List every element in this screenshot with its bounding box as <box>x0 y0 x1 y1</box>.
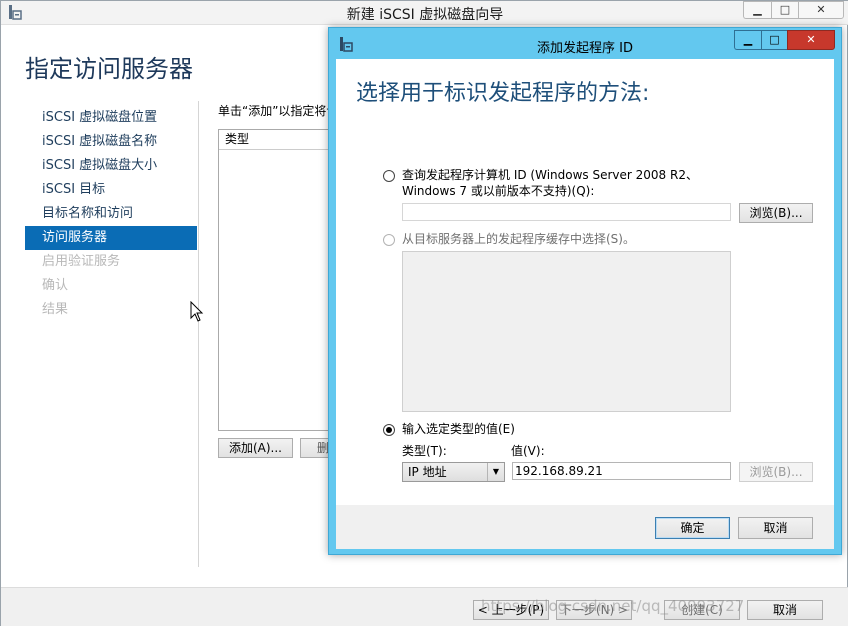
nav-item-target-name-access[interactable]: 目标名称和访问 <box>25 202 197 226</box>
value-input[interactable]: 192.168.89.21 <box>512 462 731 480</box>
select-from-cache-radio[interactable] <box>383 234 395 246</box>
wizard-titlebar[interactable]: 新建 iSCSI 虚拟磁盘向导 ▁ □ ✕ <box>1 1 848 25</box>
cancel-button[interactable]: 取消 <box>747 600 823 620</box>
enter-value-radio[interactable] <box>383 424 395 436</box>
add-button[interactable]: 添加(A)... <box>218 438 293 458</box>
type-select-value: IP 地址 <box>408 465 447 479</box>
page-title: 指定访问服务器 <box>25 55 193 83</box>
dialog-maximize-button[interactable]: □ <box>761 30 787 50</box>
list-header-type[interactable]: 类型 <box>219 130 332 150</box>
ok-button[interactable]: 确定 <box>655 517 730 539</box>
dialog-heading: 选择用于标识发起程序的方法: <box>356 81 650 106</box>
nav-item-access-servers[interactable]: 访问服务器 <box>25 226 197 250</box>
computer-id-input[interactable] <box>402 203 731 221</box>
query-computer-id-label[interactable]: 查询发起程序计算机 ID (Windows Server 2008 R2、Win… <box>402 167 702 199</box>
dialog-body: 选择用于标识发起程序的方法: 查询发起程序计算机 ID (Windows Ser… <box>336 59 834 505</box>
nav-item-disk-location[interactable]: iSCSI 虚拟磁盘位置 <box>25 106 197 130</box>
nav-item-iscsi-target[interactable]: iSCSI 目标 <box>25 178 197 202</box>
type-label: 类型(T): <box>402 444 447 458</box>
instruction-text: 单击“添加”以指定将访 <box>218 104 330 118</box>
wizard-title: 新建 iSCSI 虚拟磁盘向导 <box>346 7 504 23</box>
add-initiator-id-dialog: 添加发起程序 ID ▁ □ ✕ 选择用于标识发起程序的方法: 查询发起程序计算机… <box>328 27 842 555</box>
nav-item-enable-auth: 启用验证服务 <box>42 254 121 269</box>
dialog-cancel-button[interactable]: 取消 <box>738 517 813 539</box>
nav-item-confirmation: 确认 <box>42 278 69 293</box>
wizard-steps-nav: iSCSI 虚拟磁盘位置 iSCSI 虚拟磁盘名称 iSCSI 虚拟磁盘大小 i… <box>25 106 197 322</box>
type-select[interactable]: IP 地址 ▼ <box>402 462 505 482</box>
nav-item-results: 结果 <box>42 302 69 317</box>
nav-item-disk-name[interactable]: iSCSI 虚拟磁盘名称 <box>25 130 197 154</box>
dialog-close-button[interactable]: ✕ <box>787 30 835 50</box>
value-label: 值(V): <box>511 444 545 458</box>
browse-value-button[interactable]: 浏览(B)... <box>739 462 813 482</box>
dialog-footer: 确定 取消 <box>336 505 834 549</box>
watermark: https://blog.csdn.net/qq_40993727 <box>481 597 745 615</box>
mouse-pointer-icon <box>190 301 204 322</box>
initiator-list[interactable]: 类型 <box>218 129 333 431</box>
initiator-cache-list[interactable] <box>402 251 731 412</box>
query-computer-id-radio[interactable] <box>383 170 395 182</box>
enter-value-label[interactable]: 输入选定类型的值(E) <box>402 421 515 437</box>
nav-divider <box>198 101 199 567</box>
browse-computer-button[interactable]: 浏览(B)... <box>739 203 813 223</box>
select-from-cache-label[interactable]: 从目标服务器上的发起程序缓存中选择(S)。 <box>402 231 635 247</box>
dialog-minimize-button[interactable]: ▁ <box>734 30 761 50</box>
dialog-titlebar[interactable]: 添加发起程序 ID ▁ □ ✕ <box>329 28 841 58</box>
maximize-button[interactable]: □ <box>771 1 798 19</box>
chevron-down-icon[interactable]: ▼ <box>487 463 504 481</box>
minimize-button[interactable]: ▁ <box>743 1 771 19</box>
nav-item-disk-size[interactable]: iSCSI 虚拟磁盘大小 <box>25 154 197 178</box>
close-button[interactable]: ✕ <box>798 1 844 19</box>
